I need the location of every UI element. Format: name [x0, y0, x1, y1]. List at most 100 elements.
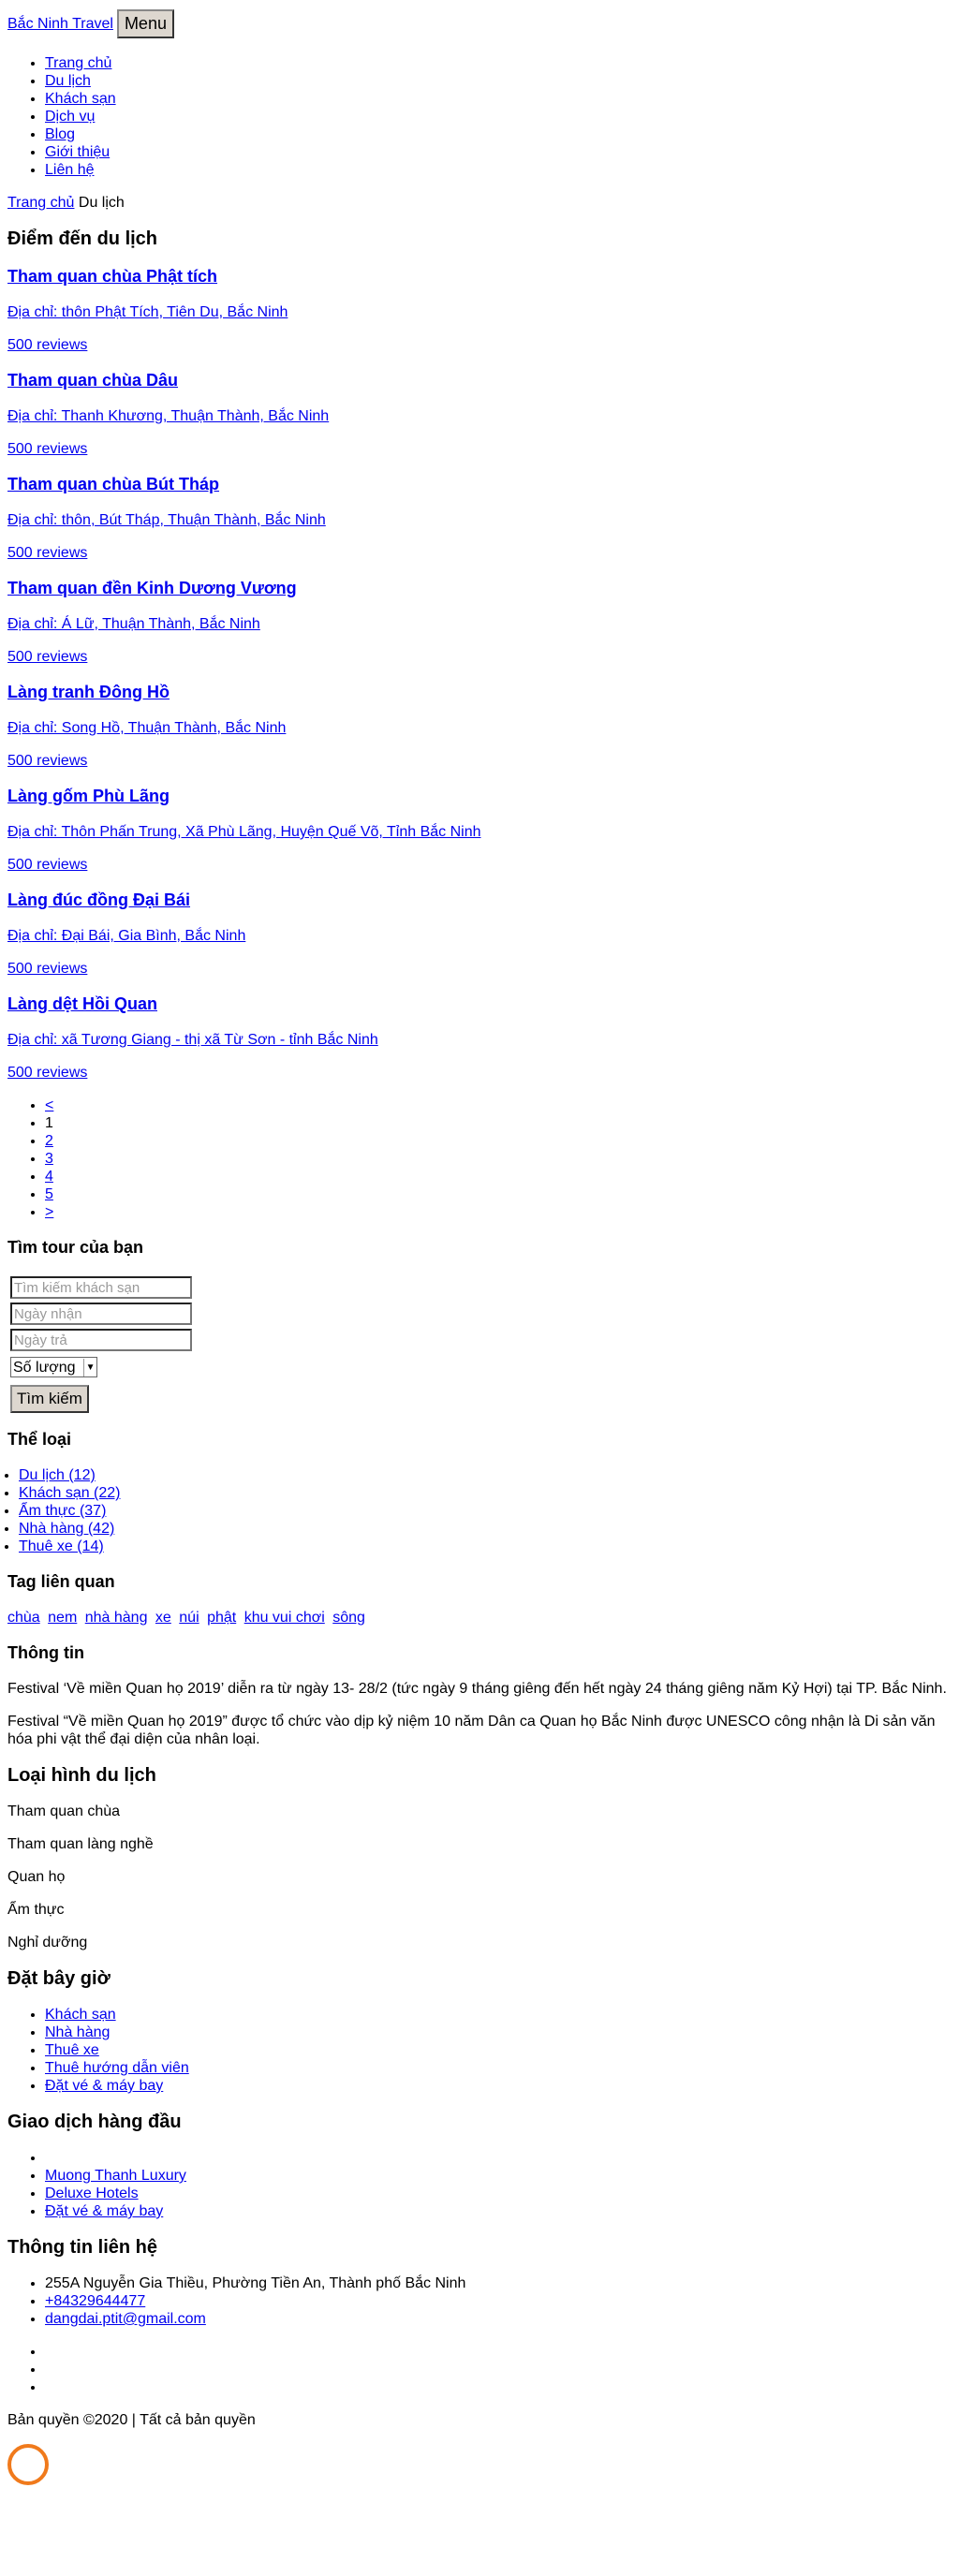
book-now-item: Đặt vé & máy bay	[45, 2077, 952, 2095]
tag-link[interactable]: khu vui chơi	[244, 1610, 325, 1626]
deal-link-muong-thanh[interactable]: Muong Thanh Luxury	[45, 2168, 186, 2184]
menu-button[interactable]: Menu	[116, 8, 174, 38]
tag-cloud: chùa nem nhà hàng xe núi phật khu vui ch…	[7, 1609, 952, 1627]
tag-link[interactable]: xe	[155, 1610, 171, 1626]
nav-link-services[interactable]: Dịch vụ	[45, 109, 95, 125]
tag-link[interactable]: phật	[207, 1610, 236, 1626]
loader-ring-icon	[7, 2444, 49, 2485]
destination-title-link[interactable]: Tham quan chùa Bút Tháp	[7, 475, 219, 493]
destination-address-link[interactable]: Địa chỉ: thôn, Bút Tháp, Thuận Thành, Bắ…	[7, 512, 326, 528]
destination-address: Địa chỉ: Thôn Phấn Trung, Xã Phù Lãng, H…	[7, 823, 952, 841]
contact-title: Thông tin liên hệ	[7, 2237, 157, 2258]
destination-title-link[interactable]: Làng dệt Hồi Quan	[7, 994, 157, 1013]
destination-address-link[interactable]: Địa chỉ: Đại Bái, Gia Bình, Bắc Ninh	[7, 928, 245, 944]
nav-link-contact[interactable]: Liên hệ	[45, 162, 95, 178]
book-link-tickets[interactable]: Đặt vé & máy bay	[45, 2078, 163, 2094]
top-deals-list: Muong Thanh Luxury Deluxe Hotels Đặt vé …	[7, 2149, 952, 2220]
category-link-travel[interactable]: Du lịch (12)	[19, 1467, 96, 1483]
destination-reviews-link[interactable]: 500 reviews	[7, 753, 87, 769]
book-now-item: Nhà hàng	[45, 2024, 952, 2041]
destination-title-link[interactable]: Làng gốm Phù Lãng	[7, 787, 170, 805]
destination-title: Tham quan chùa Bút Tháp	[7, 475, 952, 494]
destination-address-link[interactable]: Địa chỉ: Thanh Khương, Thuận Thành, Bắc …	[7, 408, 329, 424]
destination-reviews-link[interactable]: 500 reviews	[7, 961, 87, 977]
destination-title: Tham quan chùa Phật tích	[7, 267, 952, 287]
nav-link-hotels[interactable]: Khách sạn	[45, 91, 116, 107]
tag-link[interactable]: sông	[332, 1610, 365, 1626]
destination-reviews-link[interactable]: 500 reviews	[7, 649, 87, 665]
tag-link[interactable]: nem	[48, 1610, 77, 1626]
destination-address-link[interactable]: Địa chỉ: Thôn Phấn Trung, Xã Phù Lãng, H…	[7, 824, 481, 840]
nav-link-blog[interactable]: Blog	[45, 126, 75, 142]
pagination-next[interactable]: >	[45, 1204, 53, 1220]
tags-title: Tag liên quan	[7, 1572, 115, 1591]
destination-reviews-link[interactable]: 500 reviews	[7, 441, 87, 457]
tour-type-item: Tham quan làng nghề	[7, 1836, 154, 1852]
destination-reviews-link[interactable]: 500 reviews	[7, 857, 87, 873]
top-deal-item	[45, 2149, 952, 2167]
category-link-car-rental[interactable]: Thuê xe (14)	[19, 1538, 104, 1554]
pagination-page-2[interactable]: 2	[45, 1133, 53, 1149]
destination-address-link[interactable]: Địa chỉ: xã Tương Giang - thị xã Từ Sơn …	[7, 1032, 378, 1048]
contact-list: 255A Nguyễn Gia Thiều, Phường Tiền An, T…	[7, 2274, 952, 2328]
brand-link[interactable]: Bắc Ninh Travel	[7, 15, 113, 33]
pagination-page-5[interactable]: 5	[45, 1186, 53, 1202]
deal-link-tickets[interactable]: Đặt vé & máy bay	[45, 2203, 163, 2219]
destination-address-link[interactable]: Địa chỉ: thôn Phật Tích, Tiên Du, Bắc Ni…	[7, 304, 288, 320]
category-link-food[interactable]: Ẩm thực (37)	[19, 1503, 106, 1519]
destination-address-link[interactable]: Địa chỉ: Song Hồ, Thuận Thành, Bắc Ninh	[7, 720, 286, 736]
checkout-input[interactable]	[10, 1329, 192, 1351]
checkin-input[interactable]	[10, 1303, 192, 1325]
contact-phone-link[interactable]: +84329644477	[45, 2293, 145, 2309]
pagination-page-4[interactable]: 4	[45, 1169, 53, 1185]
tour-type-item: Quan họ	[7, 1869, 66, 1885]
tour-type-item: Nghỉ dưỡng	[7, 1935, 88, 1950]
destination-reviews-link[interactable]: 500 reviews	[7, 1065, 87, 1081]
breadcrumb-current: Du lịch	[78, 195, 125, 211]
breadcrumb-home-link[interactable]: Trang chủ	[7, 195, 74, 211]
destination-title-link[interactable]: Tham quan đền Kinh Dương Vương	[7, 579, 297, 597]
destination-reviews-link[interactable]: 500 reviews	[7, 545, 87, 561]
category-item: Du lịch (12)	[19, 1466, 952, 1484]
quantity-select[interactable]: Số lượng ▼	[10, 1357, 98, 1377]
book-link-guide[interactable]: Thuê hướng dẫn viên	[45, 2060, 189, 2076]
destination-address-link[interactable]: Địa chỉ: Á Lữ, Thuận Thành, Bắc Ninh	[7, 616, 260, 632]
categories-title: Thể loại	[7, 1430, 72, 1449]
destination-list: Tham quan chùa Phật tích Địa chỉ: thôn Ph…	[7, 267, 952, 1082]
book-link-hotels[interactable]: Khách sạn	[45, 2007, 116, 2023]
destination-title-link[interactable]: Làng đúc đồng Đại Bái	[7, 891, 190, 909]
nav-link-about[interactable]: Giới thiệu	[45, 144, 110, 160]
contact-email-link[interactable]: dangdai.ptit@gmail.com	[45, 2311, 206, 2327]
tag-link[interactable]: chùa	[7, 1610, 40, 1626]
pagination-page-3[interactable]: 3	[45, 1151, 53, 1167]
destination-address: Địa chỉ: Song Hồ, Thuận Thành, Bắc Ninh	[7, 719, 952, 737]
nav-item: Blog	[45, 125, 952, 143]
quantity-select-value: Số lượng	[13, 1359, 76, 1376]
search-form: Số lượng ▼ Tìm kiếm	[7, 1274, 952, 1413]
destination-title-link[interactable]: Tham quan chùa Dâu	[7, 371, 178, 390]
category-item: Nhà hàng (42)	[19, 1520, 952, 1538]
top-deal-item: Muong Thanh Luxury	[45, 2167, 952, 2185]
nav-link-travel[interactable]: Du lịch	[45, 73, 91, 89]
pagination-prev[interactable]: <	[45, 1097, 53, 1113]
destination-reviews-link[interactable]: 500 reviews	[7, 337, 87, 353]
destination-title-link[interactable]: Làng tranh Đông Hồ	[7, 683, 170, 701]
destination-title-link[interactable]: Tham quan chùa Phật tích	[7, 267, 217, 286]
destination-address: Địa chỉ: Á Lữ, Thuận Thành, Bắc Ninh	[7, 615, 952, 633]
pagination-item: 4	[45, 1168, 952, 1185]
top-bar: Bắc Ninh Travel Menu	[7, 7, 952, 39]
search-button[interactable]: Tìm kiếm	[10, 1385, 89, 1413]
deal-link-deluxe-hotels[interactable]: Deluxe Hotels	[45, 2186, 139, 2201]
nav-item: Giới thiệu	[45, 143, 952, 161]
book-link-car-rental[interactable]: Thuê xe	[45, 2042, 99, 2058]
tag-link[interactable]: nhà hàng	[85, 1610, 148, 1626]
nav-link-home[interactable]: Trang chủ	[45, 55, 111, 71]
book-link-restaurants[interactable]: Nhà hàng	[45, 2024, 110, 2040]
social-list	[7, 2343, 952, 2396]
nav-item: Liên hệ	[45, 161, 952, 179]
keyword-input[interactable]	[10, 1276, 192, 1299]
category-link-hotels[interactable]: Khách sạn (22)	[19, 1485, 121, 1501]
category-link-restaurants[interactable]: Nhà hàng (42)	[19, 1521, 114, 1537]
book-now-item: Thuê xe	[45, 2041, 952, 2059]
tag-link[interactable]: núi	[179, 1610, 199, 1626]
